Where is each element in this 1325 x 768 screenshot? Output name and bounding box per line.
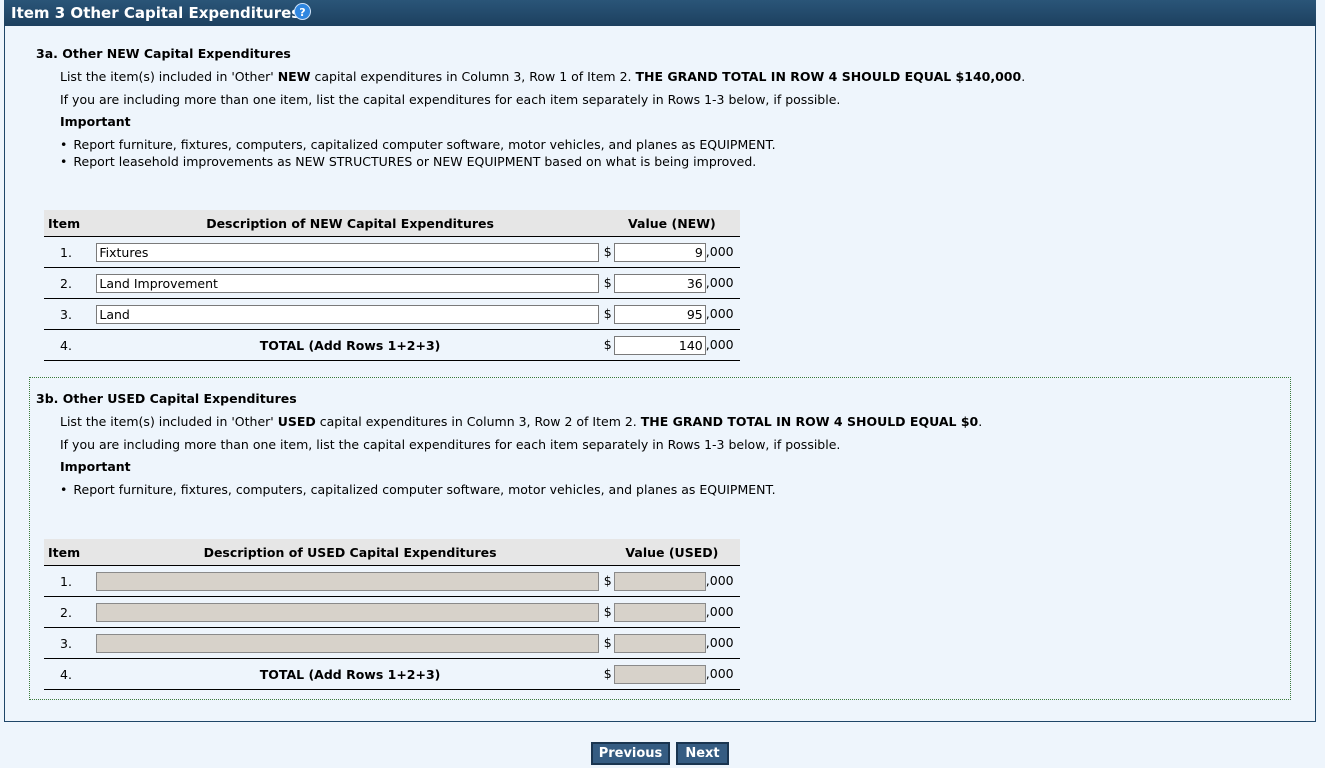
section-b-title: 3b. Other USED Capital Expenditures — [36, 391, 297, 406]
description-input-row-3 — [96, 633, 600, 653]
section-a-title: 3a. Other NEW Capital Expenditures — [36, 46, 291, 61]
currency-symbol: $ — [603, 603, 612, 619]
value-input-row-3[interactable] — [613, 304, 706, 324]
section-b-important-label: Important — [60, 459, 131, 474]
total-label: TOTAL (Add Rows 1+2+3) — [96, 329, 604, 361]
help-icon[interactable]: ? — [294, 3, 311, 20]
thousands-suffix: ,000 — [705, 603, 734, 619]
thousands-suffix: ,000 — [705, 665, 734, 681]
row-number: 3. — [44, 298, 97, 330]
row-number: 4. — [44, 658, 97, 690]
column-header-value: Value (NEW) — [603, 210, 740, 237]
currency-symbol: $ — [603, 243, 612, 259]
row-number: 2. — [44, 267, 97, 299]
thousands-suffix: ,000 — [705, 572, 734, 588]
page-title: Item 3 Other Capital Expenditures — [11, 4, 301, 22]
thousands-suffix: ,000 — [705, 305, 734, 321]
currency-symbol: $ — [603, 336, 612, 352]
section-a-bullet: Report leasehold improvements as NEW STR… — [60, 154, 756, 169]
section-a-instruction-2: If you are including more than one item,… — [60, 92, 841, 107]
column-header-item: Item — [44, 210, 97, 237]
thousands-suffix: ,000 — [705, 274, 734, 290]
value-input-row-2 — [613, 602, 706, 622]
description-input-row-1 — [96, 571, 600, 591]
table-row-total: 4. TOTAL (Add Rows 1+2+3) $ ,000 — [44, 658, 740, 690]
currency-symbol: $ — [603, 665, 612, 681]
currency-symbol: $ — [603, 572, 612, 588]
description-input-row-2 — [96, 602, 600, 622]
value-input-row-1 — [613, 571, 706, 591]
total-value-input — [613, 664, 706, 684]
next-button[interactable]: Next — [676, 742, 729, 765]
section-b-instruction: List the item(s) included in 'Other' USE… — [60, 414, 983, 429]
column-header-item: Item — [44, 539, 97, 566]
value-input-row-2[interactable] — [613, 273, 706, 293]
section-b-bullet: Report furniture, fixtures, computers, c… — [60, 482, 775, 497]
column-header-value: Value (USED) — [603, 539, 740, 566]
page-header: Item 3 Other Capital Expenditures ? — [4, 0, 1316, 26]
currency-symbol: $ — [603, 274, 612, 290]
section-a-bullet: Report furniture, fixtures, computers, c… — [60, 137, 775, 152]
section-b-instruction-2: If you are including more than one item,… — [60, 437, 841, 452]
table-row: 3. $ ,000 — [44, 627, 740, 659]
total-label: TOTAL (Add Rows 1+2+3) — [96, 658, 604, 690]
previous-button[interactable]: Previous — [591, 742, 670, 765]
used-expenditures-table: Item Description of USED Capital Expendi… — [44, 539, 740, 690]
total-value-input[interactable] — [613, 335, 706, 355]
column-header-description: Description of NEW Capital Expenditures — [96, 210, 604, 237]
section-a-instruction: List the item(s) included in 'Other' NEW… — [60, 69, 1026, 84]
column-header-description: Description of USED Capital Expenditures — [96, 539, 604, 566]
table-row: 1. $ ,000 — [44, 565, 740, 597]
row-number: 2. — [44, 596, 97, 628]
table-row: 2. $ ,000 — [44, 596, 740, 628]
description-input-row-3[interactable] — [96, 304, 600, 324]
description-input-row-2[interactable] — [96, 273, 600, 293]
thousands-suffix: ,000 — [705, 634, 734, 650]
table-row: 3. $ ,000 — [44, 298, 740, 330]
row-number: 1. — [44, 565, 97, 597]
value-input-row-1[interactable] — [613, 242, 706, 262]
currency-symbol: $ — [603, 634, 612, 650]
description-input-row-1[interactable] — [96, 242, 600, 262]
section-a-important-label: Important — [60, 114, 131, 129]
currency-symbol: $ — [603, 305, 612, 321]
row-number: 1. — [44, 236, 97, 268]
new-expenditures-table: Item Description of NEW Capital Expendit… — [44, 210, 740, 361]
row-number: 3. — [44, 627, 97, 659]
table-row-total: 4. TOTAL (Add Rows 1+2+3) $ ,000 — [44, 329, 740, 361]
value-input-row-3 — [613, 633, 706, 653]
row-number: 4. — [44, 329, 97, 361]
thousands-suffix: ,000 — [705, 336, 734, 352]
table-row: 2. $ ,000 — [44, 267, 740, 299]
table-row: 1. $ ,000 — [44, 236, 740, 268]
thousands-suffix: ,000 — [705, 243, 734, 259]
